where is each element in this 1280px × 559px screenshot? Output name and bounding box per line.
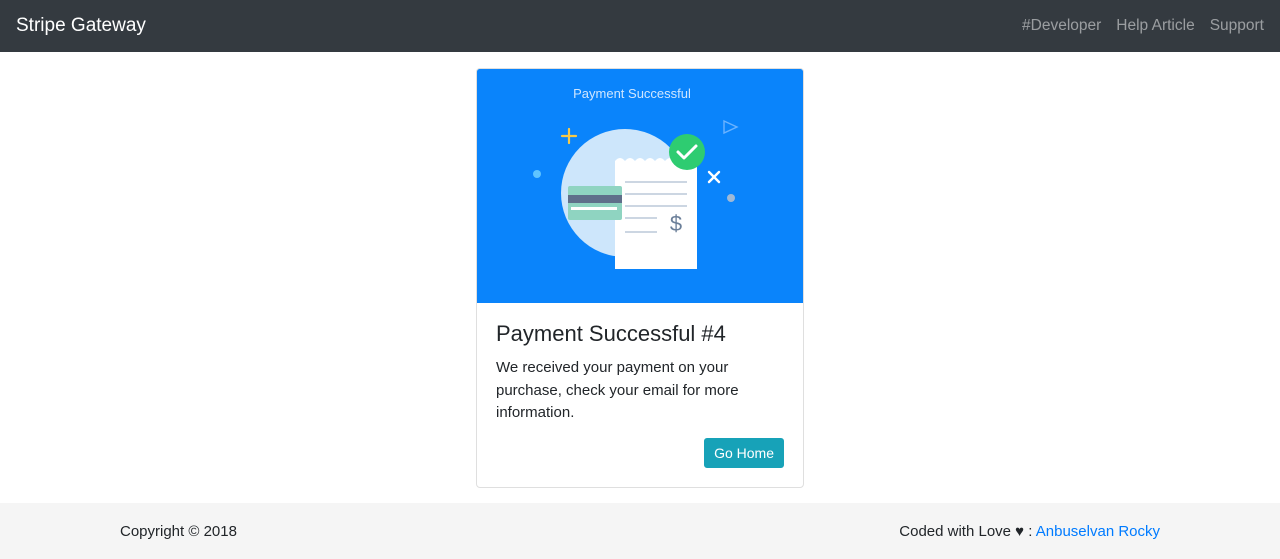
nav-link-developer[interactable]: #Developer — [1022, 17, 1101, 35]
nav-link-support[interactable]: Support — [1210, 17, 1264, 35]
card-body: Payment Successful #4 We received your p… — [477, 303, 803, 425]
footer-credit: Coded with Love ♥ : Anbuselvan Rocky — [899, 523, 1160, 540]
brand-link[interactable]: Stripe Gateway — [16, 0, 146, 52]
nav-links: #Developer Help Article Support — [1007, 17, 1264, 35]
footer: Copyright © 2018 Coded with Love ♥ : Anb… — [0, 503, 1280, 559]
copyright-text: Copyright © 2018 — [120, 522, 237, 540]
top-navbar: Stripe Gateway #Developer Help Article S… — [0, 0, 1280, 52]
illustration-caption: Payment Successful — [573, 86, 691, 101]
author-link[interactable]: Anbuselvan Rocky — [1036, 523, 1160, 540]
credit-prefix: Coded with Love ♥ : — [899, 522, 1036, 540]
dollar-sign-icon: $ — [670, 211, 682, 236]
card-actions: Go Home — [704, 438, 784, 468]
nav-link-help-article[interactable]: Help Article — [1116, 17, 1194, 35]
check-circle-icon — [669, 134, 705, 170]
credit-card-icon — [568, 186, 622, 220]
go-home-button[interactable]: Go Home — [704, 438, 784, 468]
payment-card: Payment Successful $ Payment Successful … — [476, 68, 804, 488]
payment-success-illustration: Payment Successful $ — [477, 69, 803, 303]
card-title: Payment Successful #4 — [496, 321, 726, 346]
card-text: We received your payment on your purchas… — [496, 359, 739, 421]
